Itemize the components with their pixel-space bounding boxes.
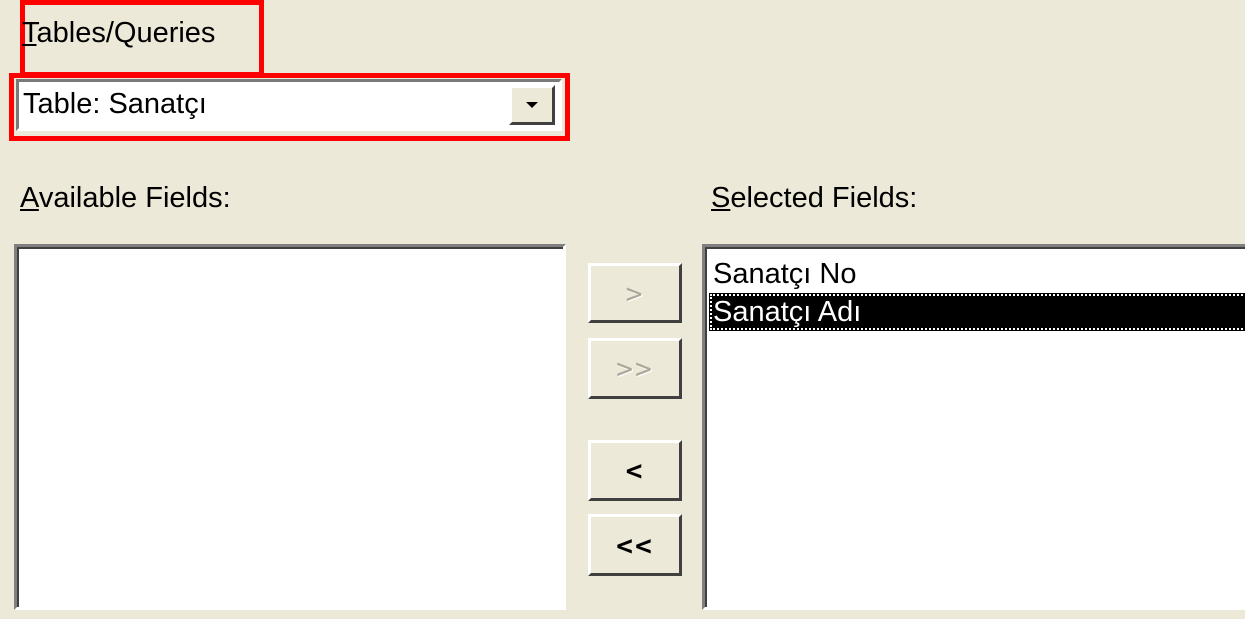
tables-queries-combo[interactable]: Table: Sanatçı	[16, 79, 562, 131]
selected-fields-label-text: elected Fields:	[730, 182, 918, 214]
tables-queries-combo-value: Table: Sanatçı	[23, 88, 207, 120]
remove-field-button[interactable]: <	[588, 440, 682, 501]
selected-fields-label: Selected Fields:	[711, 181, 917, 215]
tables-queries-dropdown-button[interactable]	[509, 85, 555, 125]
available-fields-label-text: vailable Fields:	[38, 182, 231, 214]
tables-queries-label-text: ables/Queries	[36, 17, 216, 49]
tables-queries-label-mnemonic: T	[22, 17, 37, 49]
list-item-selected[interactable]: Sanatçı Adı	[709, 293, 1245, 331]
selected-fields-label-mnemonic: S	[711, 182, 731, 214]
add-all-fields-button[interactable]: >>	[588, 338, 682, 399]
tables-queries-label: Tables/Queries	[22, 16, 215, 50]
chevron-down-icon	[526, 102, 538, 108]
list-item[interactable]: Sanatçı No	[709, 255, 1245, 293]
add-field-button[interactable]: >	[588, 263, 682, 323]
available-fields-label: Available Fields:	[20, 181, 231, 215]
available-fields-list[interactable]	[14, 244, 566, 610]
available-fields-label-mnemonic: A	[20, 182, 39, 214]
selected-fields-list[interactable]: Sanatçı No Sanatçı Adı	[702, 244, 1245, 610]
remove-all-fields-button[interactable]: <<	[588, 514, 682, 576]
